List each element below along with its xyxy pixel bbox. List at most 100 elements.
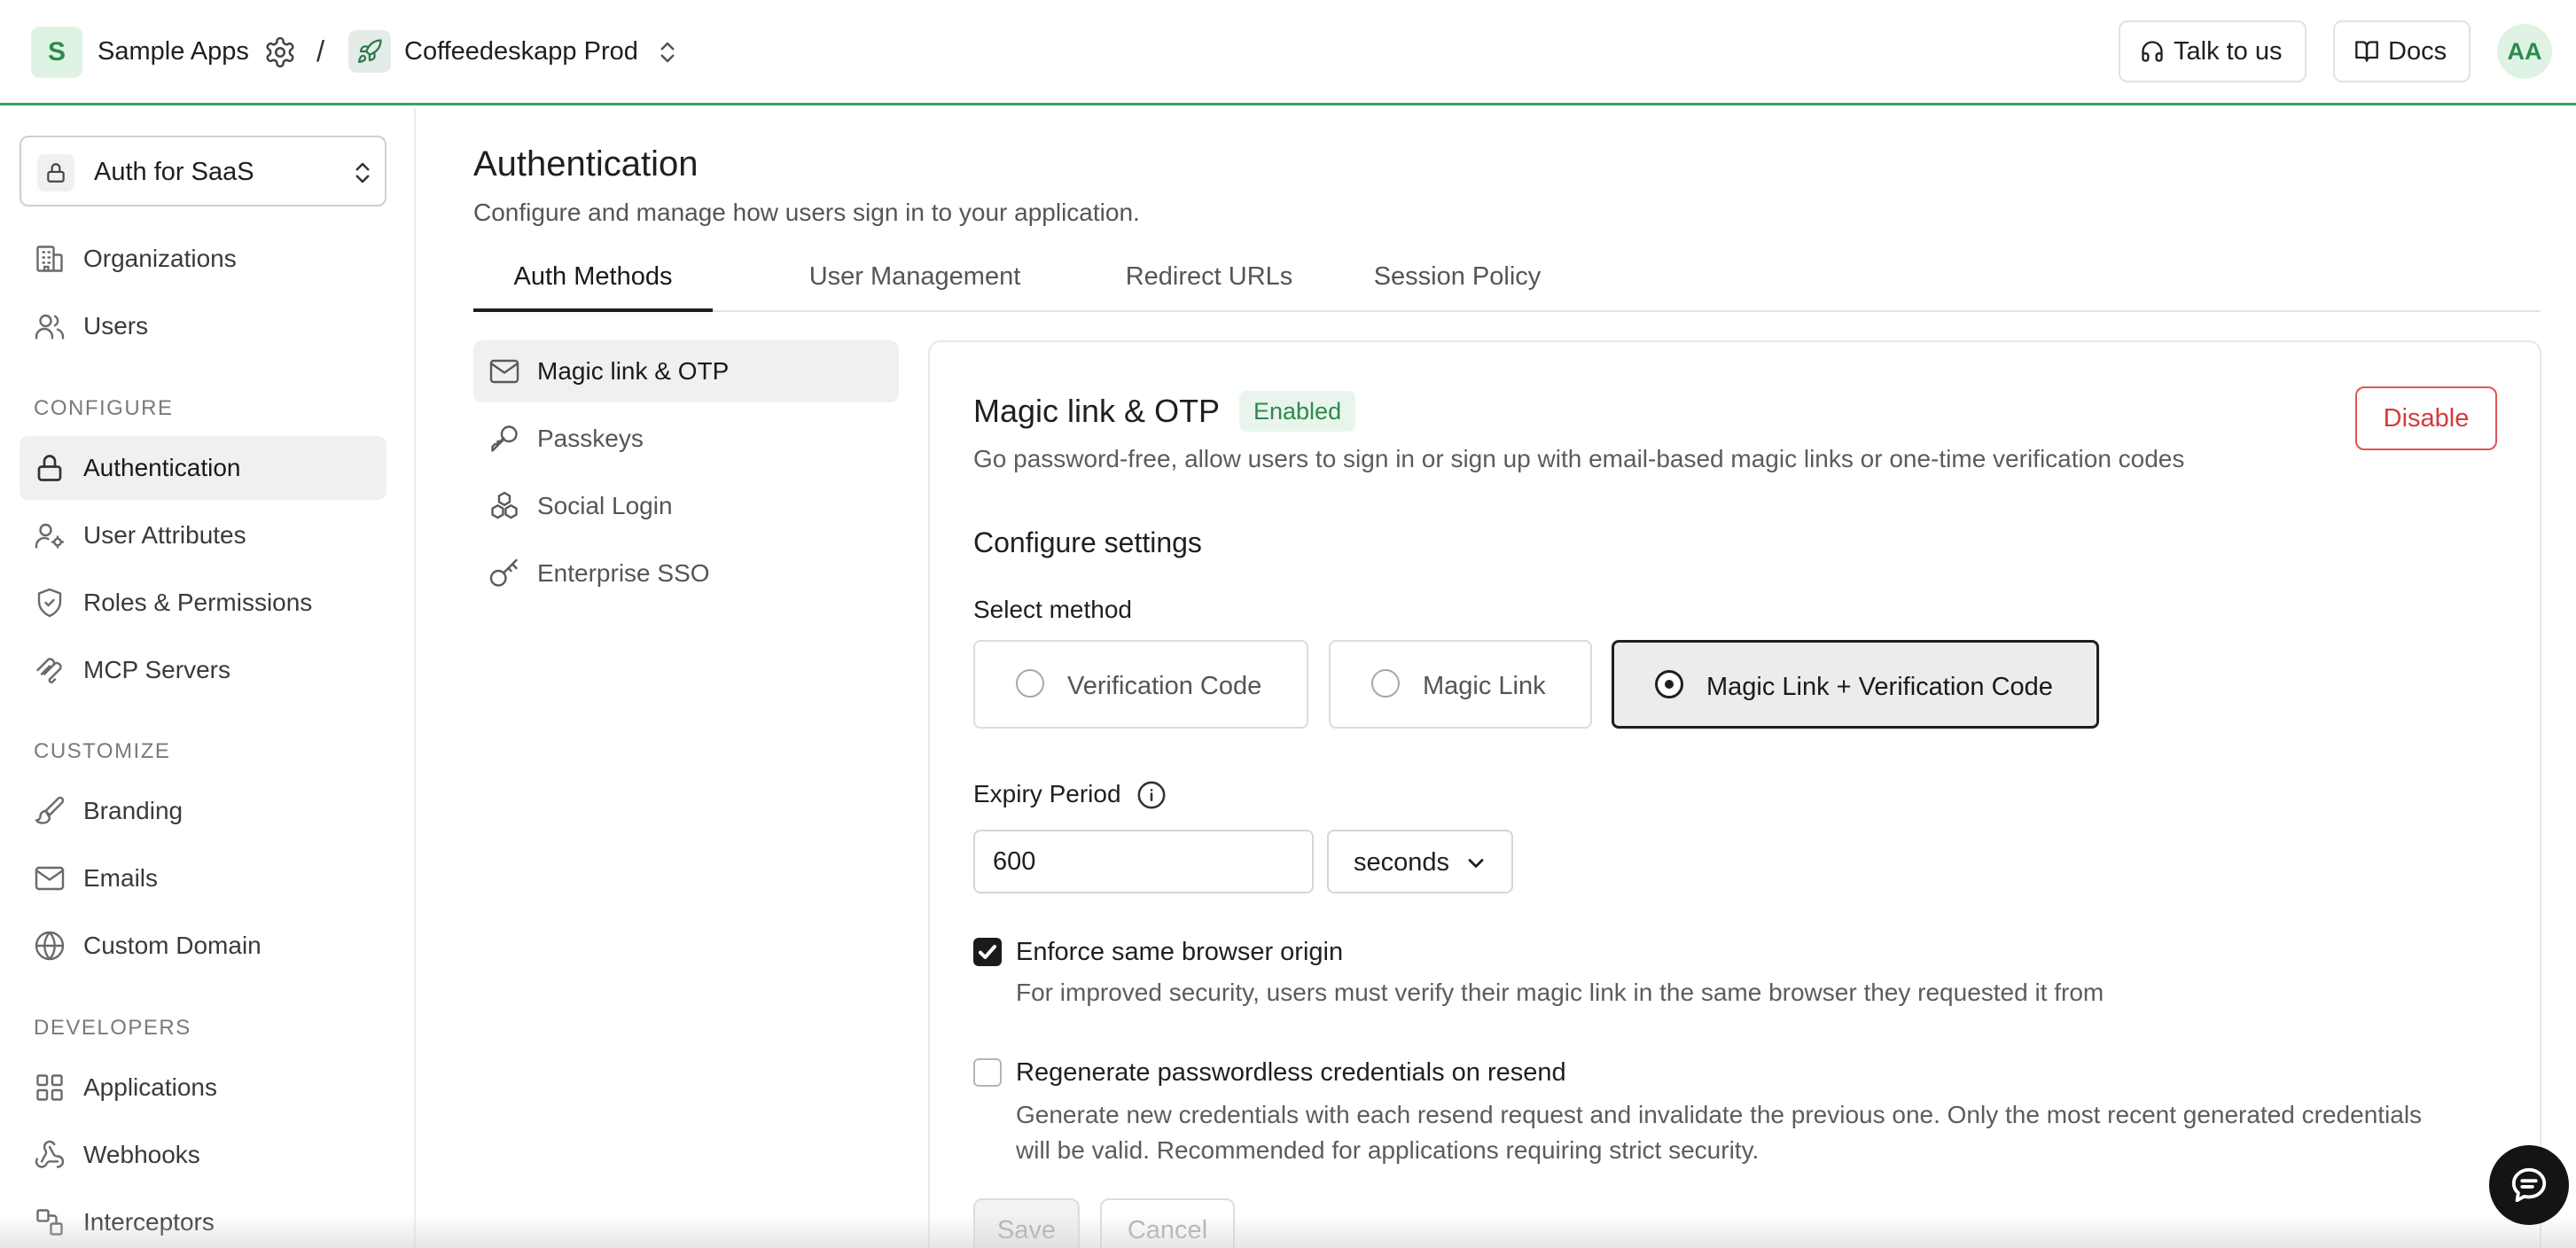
sidebar-item-mcp-servers[interactable]: MCP Servers — [20, 638, 386, 702]
check-icon — [979, 945, 996, 959]
paintbrush-icon — [34, 795, 66, 827]
save-button[interactable]: Save — [973, 1198, 1080, 1248]
sidebar-item-label: Emails — [83, 864, 159, 892]
expiry-unit-select[interactable]: seconds — [1327, 830, 1513, 893]
select-method-label: Select method — [973, 596, 1132, 623]
sidebar-item-authentication[interactable]: Authentication — [20, 436, 386, 500]
method-item-social-login[interactable]: Social Login — [473, 475, 899, 537]
method-item-label: Magic link & OTP — [537, 357, 730, 385]
mail-icon — [488, 355, 520, 387]
sidebar-item-label: User Attributes — [83, 521, 246, 549]
sidebar-item-interceptors[interactable]: Interceptors — [20, 1190, 386, 1248]
regenerate-credentials-description-line2: will be valid. Recommended for applicati… — [1016, 1136, 1760, 1164]
method-item-label: Enterprise SSO — [537, 559, 710, 587]
section-heading-customize: CUSTOMIZE — [34, 739, 171, 763]
org-name[interactable]: Sample Apps — [98, 35, 249, 67]
tab-redirect-urls[interactable]: Redirect URLs — [1103, 255, 1315, 312]
book-open-icon — [2354, 39, 2379, 64]
info-icon[interactable] — [1136, 780, 1167, 810]
project-name[interactable]: Coffeedeskapp Prod — [404, 35, 638, 67]
sidebar-item-label: Authentication — [83, 454, 241, 481]
sidebar-item-custom-domain[interactable]: Custom Domain — [20, 914, 386, 978]
key-icon — [488, 423, 520, 455]
configure-settings-heading: Configure settings — [973, 526, 1202, 558]
sidebar-item-label: Applications — [83, 1073, 217, 1101]
radio-label: Verification Code — [1067, 672, 1262, 700]
card-description: Go password-free, allow users to sign in… — [973, 445, 2185, 472]
tab-bar: Auth Methods User Management Redirect UR… — [473, 255, 2541, 312]
chevron-up-down-icon — [349, 158, 376, 188]
sidebar-item-roles-permissions[interactable]: Roles & Permissions — [20, 571, 386, 635]
sidebar-item-label: Webhooks — [83, 1141, 200, 1168]
key-round-icon — [488, 558, 520, 589]
cancel-button[interactable]: Cancel — [1100, 1198, 1235, 1248]
sidebar-item-user-attributes[interactable]: User Attributes — [20, 503, 386, 567]
regenerate-credentials-description-line1: Generate new credentials with each resen… — [1016, 1101, 2423, 1128]
regenerate-credentials-label: Regenerate passwordless credentials on r… — [1016, 1058, 1566, 1087]
sidebar-item-label: Branding — [83, 797, 183, 824]
regenerate-credentials-checkbox[interactable] — [973, 1058, 1002, 1087]
enforce-origin-checkbox[interactable] — [973, 938, 1002, 966]
mail-icon — [34, 862, 66, 894]
method-item-label: Passkeys — [537, 425, 644, 452]
gear-icon[interactable] — [263, 35, 297, 69]
sidebar-item-webhooks[interactable]: Webhooks — [20, 1123, 386, 1187]
sidebar-item-branding[interactable]: Branding — [20, 779, 386, 843]
radio-verification-code[interactable]: Verification Code — [973, 640, 1308, 729]
disable-button[interactable]: Disable — [2355, 386, 2497, 450]
radio-indicator[interactable] — [1016, 669, 1044, 698]
user-attributes-icon — [34, 519, 66, 551]
expiry-unit-value: seconds — [1354, 848, 1450, 877]
user-avatar[interactable]: AA — [2497, 24, 2552, 79]
radio-indicator[interactable] — [1371, 669, 1400, 698]
tab-session-policy[interactable]: Session Policy — [1342, 255, 1573, 312]
tab-auth-methods[interactable]: Auth Methods — [473, 255, 713, 312]
radio-magic-link-verification-code[interactable]: Magic Link + Verification Code — [1612, 640, 2099, 729]
docs-button[interactable]: Docs — [2333, 20, 2471, 82]
radio-indicator[interactable] — [1655, 670, 1683, 698]
social-icon — [488, 490, 520, 522]
sidebar-item-label: MCP Servers — [83, 656, 230, 683]
interceptor-icon — [34, 1206, 66, 1238]
radio-label: Magic Link + Verification Code — [1706, 673, 2053, 701]
sidebar-item-label: Custom Domain — [83, 932, 262, 959]
org-avatar[interactable]: S — [31, 27, 82, 78]
app-selector-label: Auth for SaaS — [94, 158, 254, 186]
radio-magic-link[interactable]: Magic Link — [1329, 640, 1592, 729]
app-selector[interactable]: Auth for SaaS — [20, 136, 386, 207]
method-item-passkeys[interactable]: Passkeys — [473, 408, 899, 470]
building-icon — [34, 243, 66, 275]
chevron-up-down-icon[interactable] — [654, 37, 681, 67]
method-item-enterprise-sso[interactable]: Enterprise SSO — [473, 542, 899, 604]
page-title: Authentication — [473, 144, 699, 183]
enforce-origin-description: For improved security, users must verify… — [1016, 979, 2104, 1006]
chevron-down-icon — [1464, 851, 1488, 876]
docs-label: Docs — [2388, 36, 2447, 66]
talk-to-us-button[interactable]: Talk to us — [2119, 20, 2307, 82]
shield-icon — [34, 587, 66, 619]
sidebar-item-label: Interceptors — [83, 1208, 215, 1236]
lock-icon — [34, 452, 66, 484]
sidebar-item-applications[interactable]: Applications — [20, 1056, 386, 1119]
talk-to-us-label: Talk to us — [2174, 36, 2283, 66]
sidebar-item-label: Organizations — [83, 245, 237, 272]
sidebar-item-label: Roles & Permissions — [83, 589, 313, 616]
page-subtitle: Configure and manage how users sign in t… — [473, 199, 1140, 226]
section-heading-configure: CONFIGURE — [34, 396, 174, 420]
sidebar: Auth for SaaS Organizations Users CONFIG… — [0, 108, 416, 1248]
expiry-period-input[interactable]: 600 — [973, 830, 1314, 893]
sidebar-item-users[interactable]: Users — [20, 294, 386, 358]
method-item-magic-link-otp[interactable]: Magic link & OTP — [473, 340, 899, 402]
rocket-icon[interactable] — [348, 30, 391, 73]
sidebar-item-organizations[interactable]: Organizations — [20, 227, 386, 291]
mcp-icon — [34, 654, 66, 686]
expiry-period-label: Expiry Period — [973, 780, 1121, 807]
magic-link-settings-card: Magic link & OTP Enabled Disable Go pass… — [928, 340, 2541, 1248]
chat-widget-button[interactable] — [2489, 1145, 2569, 1225]
top-bar: S Sample Apps / Coffeedeskapp Prod Talk … — [0, 0, 2576, 105]
tab-user-management[interactable]: User Management — [745, 255, 1085, 312]
sidebar-item-label: Users — [83, 312, 149, 339]
chat-icon — [2509, 1165, 2549, 1205]
sidebar-item-emails[interactable]: Emails — [20, 846, 386, 910]
webhook-icon — [34, 1139, 66, 1171]
